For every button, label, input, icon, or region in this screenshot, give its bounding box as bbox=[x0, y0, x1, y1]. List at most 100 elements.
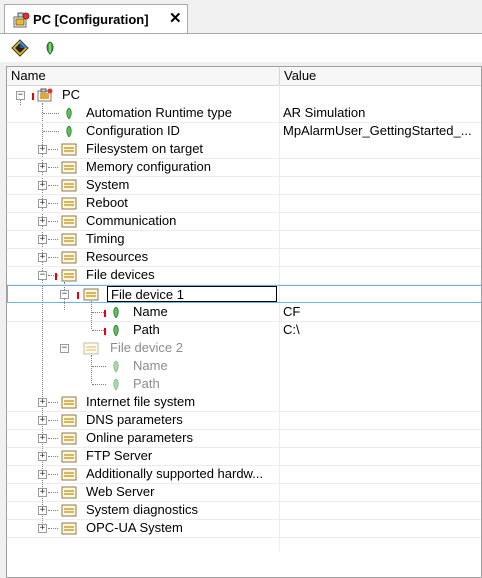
parameter-leaf-icon bbox=[66, 126, 72, 137]
tree-line bbox=[48, 420, 58, 421]
tree-label: Online parameters bbox=[86, 430, 193, 445]
folder-icon bbox=[61, 522, 77, 535]
pc-node-icon bbox=[37, 88, 53, 102]
column-name[interactable]: Name bbox=[11, 68, 46, 83]
tree-value[interactable]: CF bbox=[283, 304, 479, 319]
collapse-icon[interactable]: − bbox=[60, 344, 69, 353]
tree-row-group[interactable]: + DNS parameters bbox=[7, 411, 481, 429]
tree-row-file-device-2[interactable]: − File device 2 bbox=[7, 339, 481, 357]
tree-line bbox=[48, 185, 58, 186]
close-icon[interactable]: ✕ bbox=[169, 11, 182, 26]
tree-row-group[interactable]: + Online parameters bbox=[7, 429, 481, 447]
tree-label: OPC-UA System bbox=[86, 520, 183, 535]
tree-row-runtime-type[interactable]: Automation Runtime type AR Simulation bbox=[7, 104, 481, 122]
expand-icon[interactable]: + bbox=[38, 199, 47, 208]
expand-icon[interactable]: + bbox=[38, 470, 47, 479]
tree-row-group[interactable]: + Reboot bbox=[7, 194, 481, 212]
tree-row-group[interactable]: + Internet file system bbox=[7, 393, 481, 411]
expand-icon[interactable]: + bbox=[38, 488, 47, 497]
tree-label: Memory configuration bbox=[86, 159, 211, 174]
collapse-icon[interactable]: − bbox=[38, 271, 47, 280]
file-device-name-edit[interactable]: File device 1 bbox=[107, 286, 277, 302]
tree-line bbox=[48, 257, 58, 258]
tree-label: Name bbox=[133, 358, 168, 373]
tree-row-file-device-1-path[interactable]: Path C:\ bbox=[7, 321, 481, 339]
tree-row-group[interactable]: + OPC-UA System bbox=[7, 519, 481, 537]
tree-row-group[interactable]: − File devices bbox=[7, 266, 481, 284]
tree-row-pc[interactable]: − PC bbox=[7, 86, 481, 104]
tree-label: Internet file system bbox=[86, 394, 196, 409]
folder-icon bbox=[83, 288, 99, 301]
folder-icon bbox=[61, 143, 77, 156]
expand-icon[interactable]: + bbox=[38, 434, 47, 443]
expand-icon[interactable]: + bbox=[38, 398, 47, 407]
collapse-icon[interactable]: − bbox=[60, 290, 69, 299]
properties-icon[interactable] bbox=[10, 38, 30, 58]
tab-pc-configuration[interactable]: PC [Configuration] ✕ bbox=[4, 4, 188, 34]
tree-label: Additionally supported hardw... bbox=[86, 466, 264, 481]
folder-icon bbox=[61, 197, 77, 210]
tree-row-group[interactable]: + System bbox=[7, 176, 481, 194]
tree-row-group[interactable]: + System diagnostics bbox=[7, 501, 481, 519]
tree-line bbox=[48, 456, 58, 457]
expand-icon[interactable]: + bbox=[38, 416, 47, 425]
tree-label: PC bbox=[62, 87, 81, 102]
tree-row-file-device-1-name[interactable]: Name CF bbox=[7, 303, 481, 321]
tree-label: Web Server bbox=[86, 484, 155, 499]
tree-row-configuration-id[interactable]: Configuration ID MpAlarmUser_GettingStar… bbox=[7, 122, 481, 140]
expand-icon[interactable]: + bbox=[38, 506, 47, 515]
warning-marker-icon bbox=[32, 93, 34, 100]
tree-row-group[interactable]: + Web Server bbox=[7, 483, 481, 501]
column-value[interactable]: Value bbox=[284, 68, 316, 83]
expand-icon[interactable]: + bbox=[38, 163, 47, 172]
tree-row-group[interactable]: + Resources bbox=[7, 248, 481, 266]
add-leaf-icon[interactable] bbox=[40, 38, 60, 58]
tree-row-group[interactable]: + Additionally supported hardw... bbox=[7, 465, 481, 483]
tree-row-group[interactable]: + Communication bbox=[7, 212, 481, 230]
tree-row-group[interactable]: + Filesystem on target bbox=[7, 140, 481, 158]
tree-value[interactable]: AR Simulation bbox=[283, 105, 479, 120]
tree-line bbox=[48, 474, 58, 475]
tree-row-file-device-2-path[interactable]: Path bbox=[7, 375, 481, 393]
tree-line bbox=[48, 492, 58, 493]
tree-line bbox=[92, 366, 106, 367]
tree-label: Filesystem on target bbox=[86, 141, 204, 156]
parameter-leaf-icon bbox=[113, 307, 119, 318]
tab-title: PC [Configuration] bbox=[33, 12, 149, 27]
folder-icon bbox=[61, 432, 77, 445]
expand-icon[interactable]: + bbox=[38, 253, 47, 262]
tree-line bbox=[48, 510, 58, 511]
folder-icon bbox=[61, 504, 77, 517]
tree-label: Communication bbox=[86, 213, 177, 228]
tree-row-group[interactable]: + Timing bbox=[7, 230, 481, 248]
tree-label: Configuration ID bbox=[86, 123, 180, 138]
tree-row-file-device-2-name[interactable]: Name bbox=[7, 357, 481, 375]
warning-marker-icon bbox=[77, 292, 79, 299]
tree-label: Path bbox=[133, 322, 160, 337]
tree-label: Automation Runtime type bbox=[86, 105, 232, 120]
expand-icon[interactable]: + bbox=[38, 452, 47, 461]
column-header: Name Value bbox=[7, 67, 481, 86]
parameter-leaf-icon bbox=[66, 108, 72, 119]
tree-label: FTP Server bbox=[86, 448, 153, 463]
expand-icon[interactable]: + bbox=[38, 524, 47, 533]
tree-line bbox=[48, 203, 58, 204]
expand-icon[interactable]: + bbox=[38, 217, 47, 226]
expand-icon[interactable]: + bbox=[38, 145, 47, 154]
folder-icon bbox=[61, 396, 77, 409]
tree-label: System bbox=[86, 177, 130, 192]
tree-row-group[interactable]: + Memory configuration bbox=[7, 158, 481, 176]
tree-line bbox=[48, 438, 58, 439]
tree-value[interactable]: MpAlarmUser_GettingStarted_... bbox=[283, 123, 479, 138]
folder-icon bbox=[61, 269, 77, 282]
property-tree: Name Value − PC Automation Runtime type … bbox=[6, 66, 482, 578]
tree-label: DNS parameters bbox=[86, 412, 183, 427]
expand-icon[interactable]: + bbox=[38, 235, 47, 244]
tree-row-group[interactable]: + FTP Server bbox=[7, 447, 481, 465]
collapse-icon[interactable]: − bbox=[16, 91, 25, 100]
row-divider bbox=[7, 537, 481, 538]
tree-line bbox=[48, 402, 58, 403]
column-separator[interactable] bbox=[279, 67, 280, 85]
expand-icon[interactable]: + bbox=[38, 181, 47, 190]
tree-value[interactable]: C:\ bbox=[283, 322, 479, 337]
